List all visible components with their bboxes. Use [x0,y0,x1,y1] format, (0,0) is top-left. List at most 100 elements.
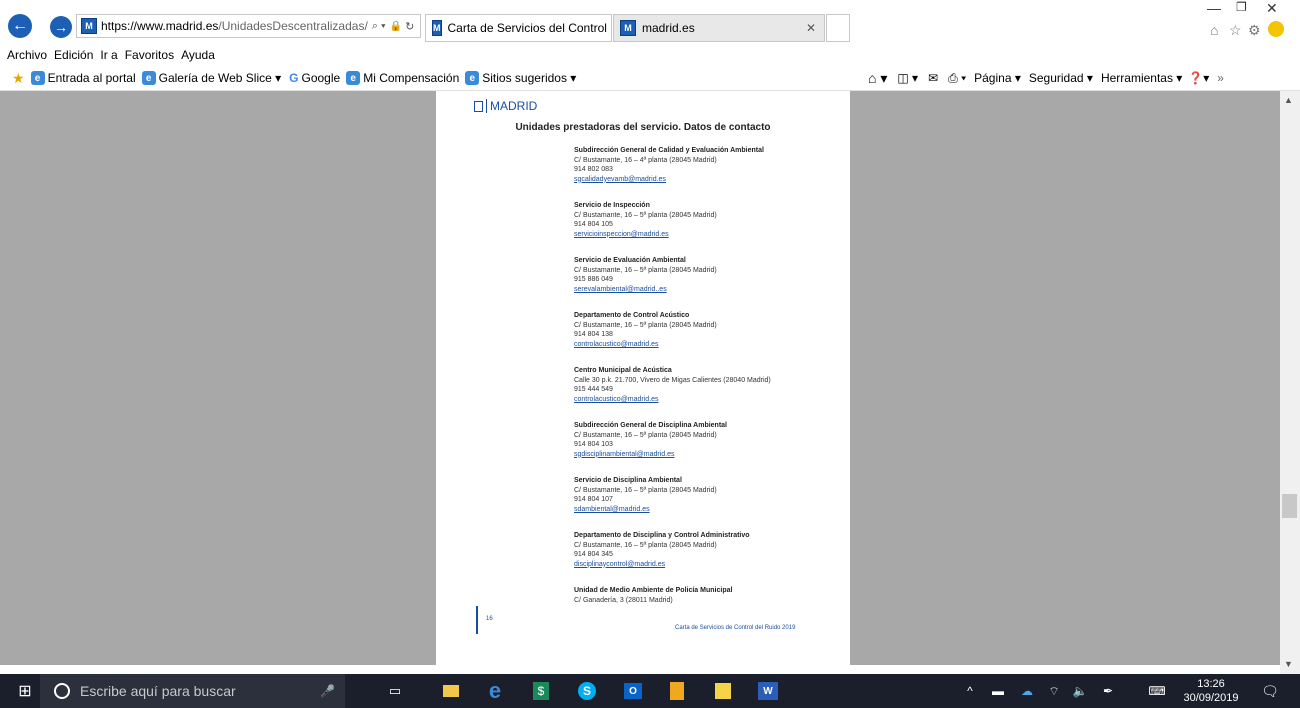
skype-icon[interactable]: S [576,674,598,708]
clock[interactable]: 13:26 30/09/2019 [1180,674,1242,708]
contact-phone: 914 804 103 [574,441,613,448]
contact-email-link[interactable]: sgdisciplinambiental@madrid.es [574,450,727,460]
madrid-logo: MADRID [474,99,537,113]
menu-ayuda[interactable]: Ayuda [181,48,215,62]
fav-google[interactable]: G Google [289,71,340,85]
search-icon[interactable]: ⌕ ▾ [372,20,386,33]
vertical-scrollbar[interactable]: ▲ ▼ [1280,91,1300,674]
contact-phone: 914 804 138 [574,331,613,338]
onedrive-icon[interactable]: ☁ [1018,674,1036,708]
site-favicon-icon: M [81,18,97,34]
contact-address: C/ Bustamante, 16 – 5ª planta (28045 Mad… [574,211,717,219]
tab-favicon-icon: M [432,20,442,36]
ie-page-icon: e [30,71,45,85]
file-explorer-icon[interactable] [440,674,462,708]
address-bar[interactable]: M https://www.madrid.es/UnidadesDescentr… [76,14,421,38]
contact-entry: Subdirección General de Disciplina Ambie… [574,421,727,459]
contact-email-link[interactable]: sdambiental@madrid.es [574,505,717,515]
mail-icon[interactable]: ✉ [928,71,938,85]
contact-address: C/ Ganadería, 3 (28011 Madrid) [574,596,673,604]
contact-entry: Servicio de Inspección C/ Bustamante, 16 … [574,201,717,239]
fav-entrada-portal[interactable]: e Entrada al portal [30,71,136,85]
contact-entry: Subdirección General de Calidad y Evalua… [574,146,764,184]
close-window-button[interactable]: ✕ [1266,0,1278,17]
internet-explorer-icon[interactable]: e [482,674,508,708]
settings-gear-icon[interactable]: ⚙ [1248,22,1261,39]
page-heading: Unidades prestadoras del servicio. Datos… [515,122,771,133]
page-footer: Carta de Servicios de Control del Ruido … [675,625,796,631]
help-icon[interactable]: ❓▾ [1188,71,1209,85]
contact-email-link[interactable]: controlacustico@madrid.es [574,395,771,405]
smiley-feedback-icon[interactable] [1268,21,1284,37]
contact-address: C/ Bustamante, 16 – 5ª planta (28045 Mad… [574,486,717,494]
menu-favoritos[interactable]: Favoritos [125,48,174,62]
contact-title: Unidad de Medio Ambiente de Policía Muni… [574,587,733,594]
contact-phone: 915 444 549 [574,386,613,393]
wifi-icon[interactable]: ⌔ [1046,674,1062,708]
address-text: https://www.madrid.es/UnidadesDescentral… [101,19,368,33]
tab-madrid[interactable]: M madrid.es ✕ [613,14,825,42]
scroll-down-icon[interactable]: ▼ [1284,659,1293,669]
lock-icon[interactable]: 🔒 [390,21,402,32]
contact-phone: 914 804 105 [574,221,613,228]
contact-entry: Servicio de Evaluación Ambiental C/ Busta… [574,256,717,294]
overflow-chevron-icon[interactable]: » [1217,71,1224,85]
contact-title: Subdirección General de Disciplina Ambie… [574,422,728,429]
scroll-up-icon[interactable]: ▲ [1284,95,1293,105]
menu-ir-a[interactable]: Ir a [100,48,117,62]
tray-network-icon[interactable]: ▬ [990,674,1006,708]
app-l-icon[interactable] [666,674,688,708]
keyboard-icon[interactable]: ⌨ [1146,674,1168,708]
scroll-thumb[interactable] [1282,494,1297,518]
taskbar-search-box[interactable]: Escribe aquí para buscar 🎤 [40,674,345,708]
contact-email-link[interactable]: serevalambiental@madrid..es [574,285,717,295]
print-icon[interactable]: ⎙ ▾ [948,71,966,86]
fav-mi-compensacion[interactable]: e Mi Compensación [346,71,459,85]
home-command-icon[interactable]: ⌂ ▾ [868,70,887,87]
contact-address: C/ Bustamante, 16 – 4ª planta (28045 Mad… [574,156,717,164]
document-viewport[interactable]: MADRID Unidades prestadoras del servicio… [0,91,1280,665]
command-bar: ⌂ ▾ ◫ ▾ ✉ ⎙ ▾ Página ▾ Seguridad ▾ Herra… [868,68,1224,88]
back-button[interactable]: ← [8,14,32,38]
favorites-star-icon[interactable]: ☆ [1229,22,1242,39]
menu-herramientas[interactable]: Herramientas ▾ [1101,71,1182,85]
notifications-icon[interactable]: 🗨 [1256,674,1284,708]
contact-email-link[interactable]: servicioinspeccion@madrid.es [574,230,717,240]
volume-icon[interactable]: 🔈 [1072,674,1088,708]
google-icon: G [289,71,299,85]
tab-favicon-icon: M [620,20,636,36]
menu-archivo[interactable]: Archivo [7,48,47,62]
contact-email-link[interactable]: disciplinaycontrol@madrid.es [574,560,750,570]
task-view-icon[interactable]: ▭ [384,674,406,708]
refresh-icon[interactable]: ↻ [405,20,414,33]
tab-carta-servicios[interactable]: M Carta de Servicios del Control ... [425,14,612,42]
minimize-button[interactable]: — [1207,0,1221,16]
word-icon[interactable]: W [756,674,780,708]
new-tab-button[interactable] [826,14,850,42]
contact-title: Subdirección General de Calidad y Evalua… [574,147,764,154]
home-icon[interactable]: ⌂ [1210,22,1218,38]
tray-chevron-icon[interactable]: ^ [962,674,978,708]
menu-pagina[interactable]: Página ▾ [974,71,1021,85]
microphone-icon[interactable]: 🎤 [320,684,335,698]
contact-title: Centro Municipal de Acústica [574,367,672,374]
contact-entry: Centro Municipal de Acústica Calle 30 p.k… [574,366,771,404]
contact-phone: 914 804 345 [574,551,613,558]
windows-start-icon[interactable]: ⊞ [10,674,40,708]
outlook-icon[interactable]: O [622,674,644,708]
close-tab-icon[interactable]: ✕ [806,21,816,35]
favorites-add-icon[interactable]: ★ [12,70,25,87]
menu-edicion[interactable]: Edición [54,48,93,62]
restore-button[interactable]: ❐ [1236,0,1247,14]
fav-sitios-sugeridos[interactable]: e Sitios sugeridos ▾ [465,71,576,85]
pen-icon[interactable]: ✒ [1100,674,1116,708]
app-s-icon[interactable]: $ [530,674,552,708]
contact-email-link[interactable]: sgcalidadyevamb@madrid.es [574,175,764,185]
contact-address: C/ Bustamante, 16 – 5ª planta (28045 Mad… [574,321,717,329]
menu-seguridad[interactable]: Seguridad ▾ [1029,71,1093,85]
feeds-icon[interactable]: ◫ ▾ [897,71,918,85]
fav-galeria-web-slice[interactable]: e Galería de Web Slice ▾ [141,71,281,85]
sticky-notes-icon[interactable] [712,674,734,708]
forward-button[interactable]: → [50,16,72,38]
contact-email-link[interactable]: controlacustico@madrid.es [574,340,717,350]
